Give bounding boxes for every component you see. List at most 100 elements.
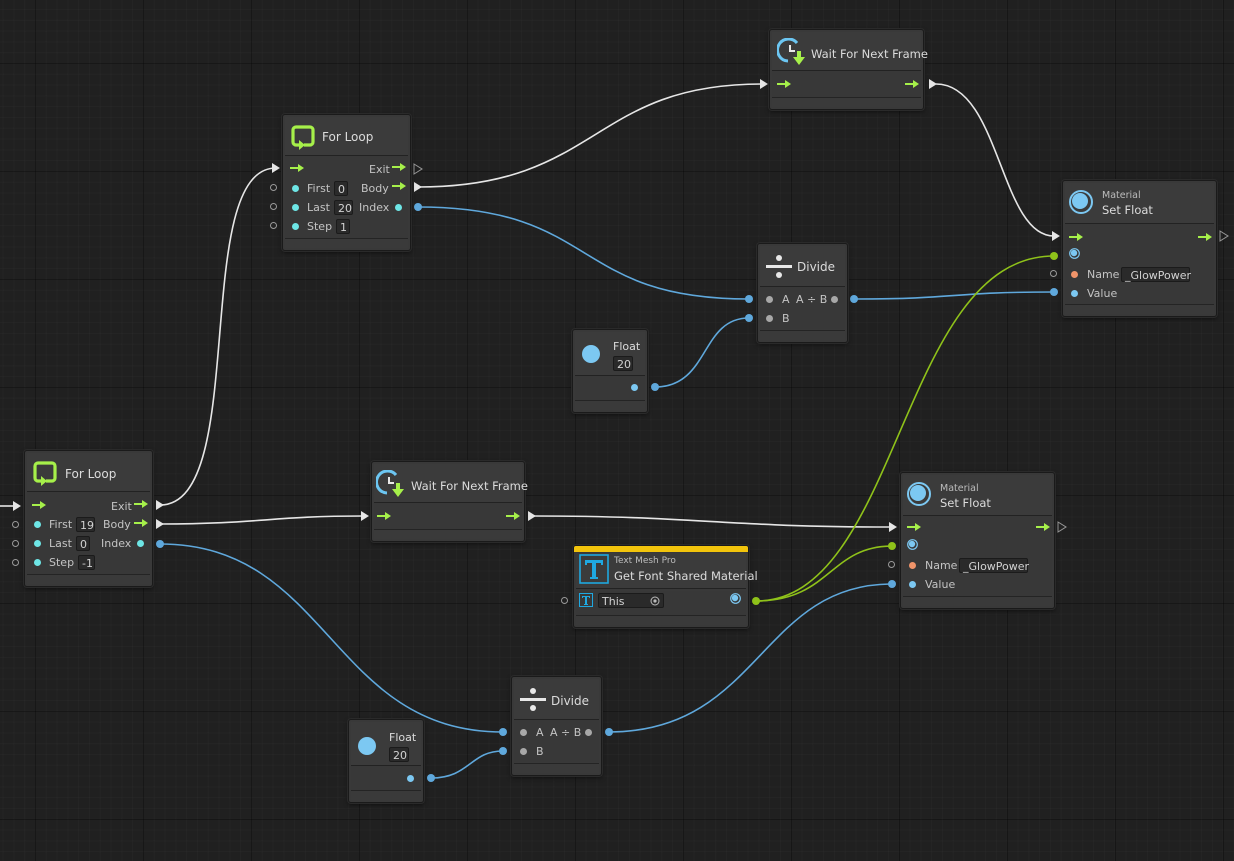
exit-label: Exit (111, 500, 132, 513)
node-header[interactable]: Material Set Float (1065, 183, 1214, 224)
flow-out-arrow-icon[interactable] (506, 512, 520, 520)
flow-in-arrow-icon[interactable] (1069, 233, 1083, 241)
divide-node-top[interactable]: Divide A A ÷ B B (757, 243, 848, 343)
node-body (772, 71, 921, 97)
flow-out-arrow-icon[interactable] (1036, 523, 1050, 531)
float-value-field[interactable]: 20 (389, 747, 409, 762)
graph-canvas[interactable] (0, 0, 1234, 861)
node-header[interactable]: For Loop (27, 453, 150, 492)
float-value-field[interactable]: 20 (613, 356, 633, 371)
float-circle-icon (582, 345, 600, 363)
output-port[interactable] (831, 296, 838, 303)
loop-icon (291, 125, 315, 150)
name-port[interactable] (1071, 271, 1078, 278)
node-footer (760, 330, 845, 340)
node-body: A A ÷ B B (514, 720, 599, 762)
textmeshpro-port-icon[interactable] (579, 593, 593, 607)
output-port[interactable] (631, 384, 638, 391)
flow-out-arrow-icon[interactable] (1198, 233, 1212, 241)
step-field[interactable]: 1 (336, 219, 350, 234)
b-port[interactable] (766, 315, 773, 322)
node-header[interactable]: Material Set Float (903, 475, 1052, 516)
get-font-shared-material-node[interactable]: Text Mesh Pro Get Font Shared Material T… (573, 545, 758, 628)
index-port[interactable] (137, 540, 144, 547)
last-field[interactable]: 0 (76, 536, 90, 551)
wait-for-next-frame-node-bottom[interactable]: Wait For Next Frame (371, 461, 528, 542)
flow-in-arrow-icon[interactable] (777, 80, 791, 88)
flow-out-arrow-icon[interactable] (392, 163, 406, 171)
name-port[interactable] (909, 562, 916, 569)
b-port[interactable] (520, 748, 527, 755)
output-port[interactable] (585, 729, 592, 736)
node-header[interactable]: Wait For Next Frame (772, 32, 928, 71)
divide-node-bottom[interactable]: Divide A A ÷ B B (511, 676, 602, 776)
output-label: A ÷ B (796, 293, 828, 306)
name-field[interactable]: _GlowPower (959, 558, 1029, 573)
flow-out-arrow-icon[interactable] (392, 182, 406, 190)
float-circle-icon (358, 737, 376, 755)
last-label: Last (307, 201, 330, 214)
first-port[interactable] (34, 521, 41, 528)
node-title: Divide (797, 260, 836, 274)
flow-in-arrow-icon[interactable] (907, 523, 921, 531)
value-port[interactable] (909, 581, 916, 588)
material-set-float-node-top[interactable]: Material Set Float Name _GlowPower Value (1062, 180, 1217, 317)
a-port[interactable] (520, 729, 527, 736)
node-header[interactable]: Float 20 (575, 332, 645, 376)
step-field[interactable]: -1 (78, 555, 95, 570)
node-header[interactable]: Wait For Next Frame (374, 464, 528, 503)
unconnected-port-ring[interactable] (270, 184, 277, 191)
node-header[interactable]: Divide (760, 246, 845, 287)
unconnected-port-ring[interactable] (1050, 270, 1057, 277)
node-body (374, 503, 522, 529)
textmeshpro-accent-bar (574, 546, 748, 552)
first-port[interactable] (292, 185, 299, 192)
object-picker-icon[interactable] (650, 596, 660, 606)
node-title: For Loop (65, 467, 117, 481)
node-footer (285, 238, 408, 248)
node-header[interactable]: Divide (514, 679, 599, 720)
node-title: Float (613, 340, 641, 353)
output-port[interactable] (407, 775, 414, 782)
name-field[interactable]: _GlowPower (1121, 267, 1191, 282)
flow-out-arrow-icon[interactable] (134, 500, 148, 508)
a-port[interactable] (766, 296, 773, 303)
for-loop-node-top[interactable]: For Loop Exit First 0 Body Last 20 Index… (282, 114, 411, 251)
unconnected-port-ring[interactable] (12, 540, 19, 547)
material-set-float-node-bottom[interactable]: Material Set Float Name _GlowPower Value (900, 472, 1055, 609)
flow-in-arrow-icon[interactable] (32, 501, 46, 509)
wait-for-next-frame-node-top[interactable]: Wait For Next Frame (769, 29, 928, 110)
value-port[interactable] (1071, 290, 1078, 297)
for-loop-node-bottom[interactable]: For Loop Exit First 19 Body Last 0 Index… (24, 450, 153, 587)
step-port[interactable] (34, 559, 41, 566)
unconnected-port-ring[interactable] (888, 561, 895, 568)
unconnected-port-ring[interactable] (270, 203, 277, 210)
name-label: Name (925, 559, 958, 572)
node-header[interactable]: Float 20 (351, 722, 421, 766)
node-title: Set Float (940, 496, 991, 510)
first-field[interactable]: 0 (334, 181, 348, 196)
last-port[interactable] (292, 204, 299, 211)
flow-out-arrow-icon[interactable] (134, 519, 148, 527)
flow-in-arrow-icon[interactable] (290, 164, 304, 172)
flow-out-arrow-icon[interactable] (905, 80, 919, 88)
first-label: First (49, 518, 73, 531)
node-header[interactable]: Text Mesh Pro Get Font Shared Material (576, 553, 758, 589)
material-port-icon[interactable] (907, 539, 918, 550)
last-port[interactable] (34, 540, 41, 547)
unconnected-port-ring[interactable] (12, 521, 19, 528)
node-header[interactable]: For Loop (285, 117, 408, 156)
unconnected-port-ring[interactable] (561, 597, 568, 604)
float-literal-node-top[interactable]: Float 20 (572, 329, 648, 413)
index-port[interactable] (395, 204, 402, 211)
unconnected-port-ring[interactable] (270, 222, 277, 229)
flow-in-arrow-icon[interactable] (377, 512, 391, 520)
last-field[interactable]: 20 (334, 200, 353, 215)
material-output-port-icon[interactable] (730, 593, 741, 604)
first-field[interactable]: 19 (76, 517, 95, 532)
target-object-field[interactable]: This (598, 593, 664, 608)
material-port-icon[interactable] (1069, 248, 1080, 259)
step-port[interactable] (292, 223, 299, 230)
unconnected-port-ring[interactable] (12, 559, 19, 566)
float-literal-node-bottom[interactable]: Float 20 (348, 719, 424, 803)
